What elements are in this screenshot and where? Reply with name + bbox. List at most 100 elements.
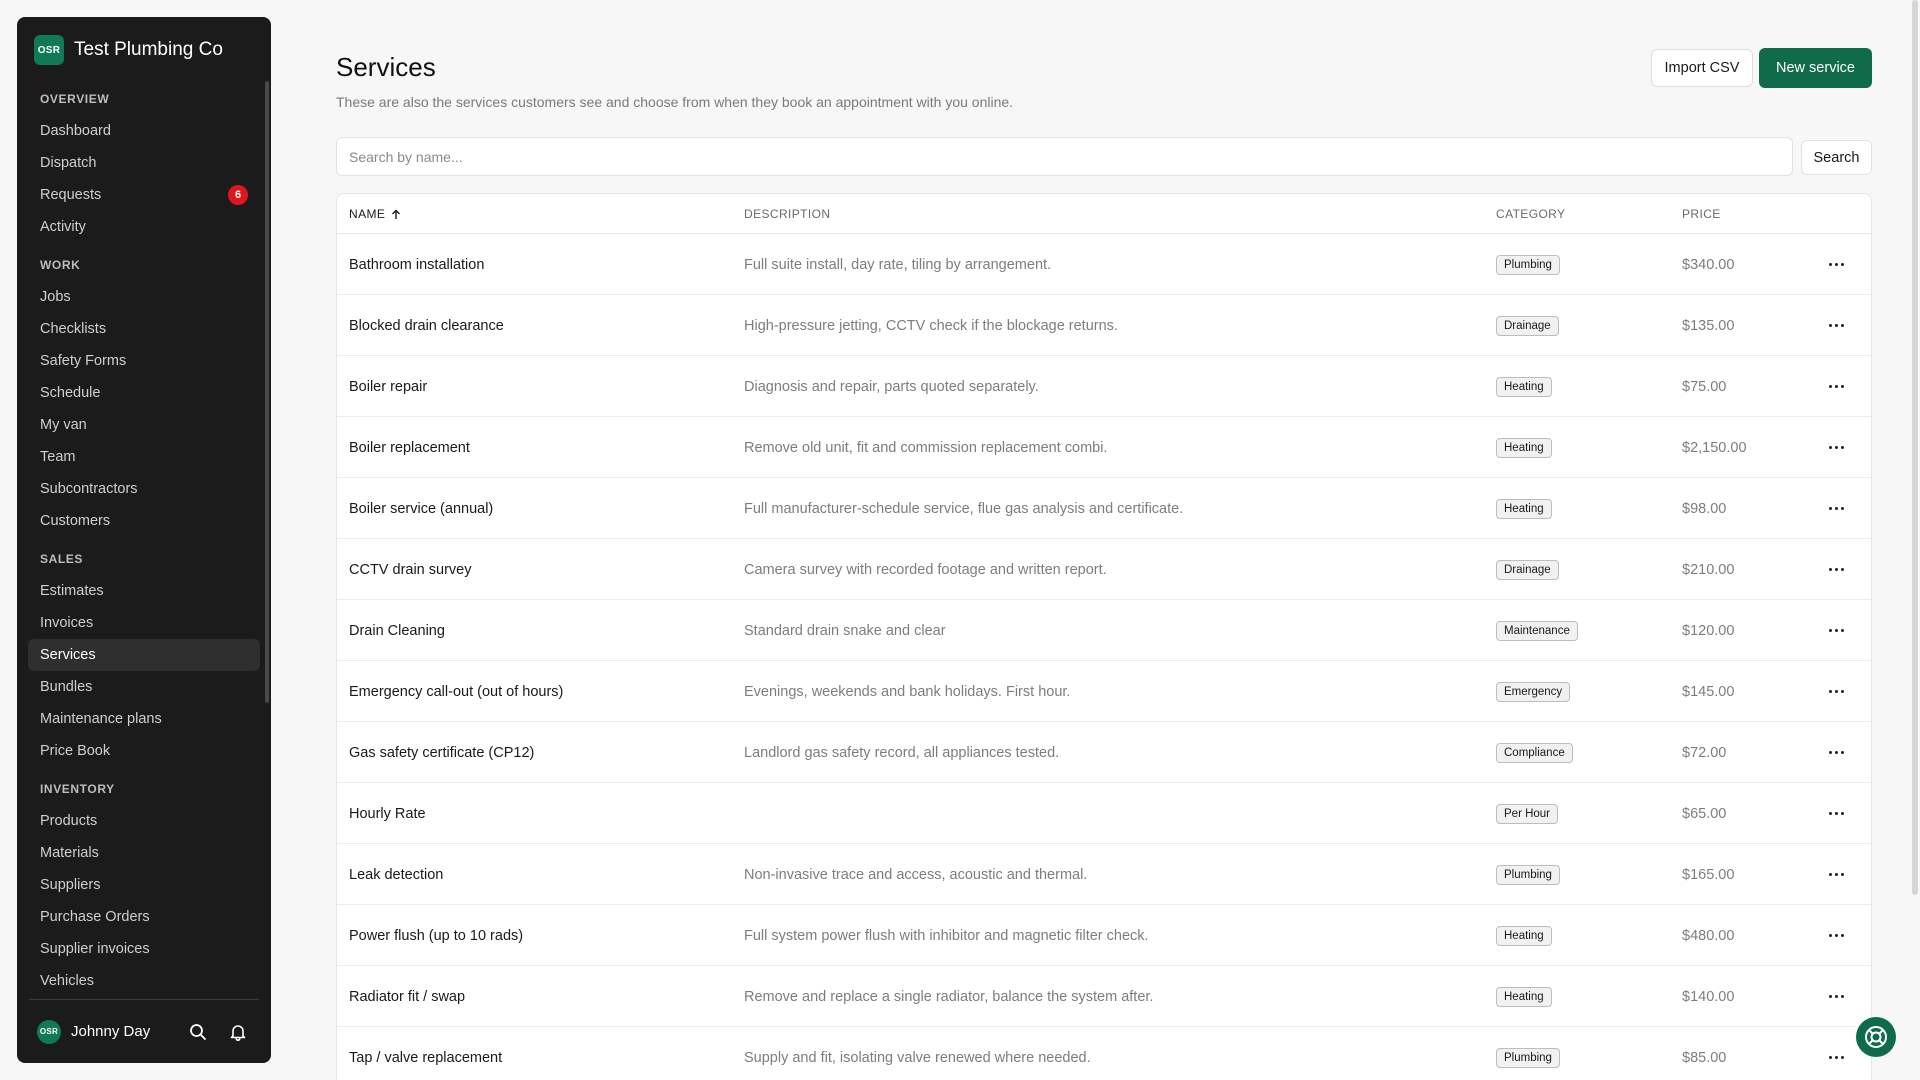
more-actions-icon[interactable] (1829, 417, 1844, 478)
more-actions-icon[interactable] (1829, 905, 1844, 966)
sidebar-item-team[interactable]: Team (28, 441, 260, 473)
sidebar-item-requests[interactable]: Requests 6 (28, 179, 260, 211)
table-row[interactable]: CCTV drain survey Camera survey with reco… (337, 539, 1871, 600)
service-name[interactable]: Boiler replacement (349, 417, 470, 478)
table-row[interactable]: Radiator fit / swap Remove and replace a … (337, 966, 1871, 1027)
sidebar-scrollbar[interactable] (265, 81, 269, 703)
page-scrollbar[interactable] (1912, 0, 1918, 895)
table-row[interactable]: Power flush (up to 10 rads) Full system p… (337, 905, 1871, 966)
sidebar-item-vehicles[interactable]: Vehicles (28, 965, 260, 997)
sidebar-item-invoices[interactable]: Invoices (28, 607, 260, 639)
service-price: $72.00 (1682, 744, 1727, 761)
sidebar-item-label: Checklists (40, 321, 107, 337)
sidebar-item-maintenance-plans[interactable]: Maintenance plans (28, 703, 260, 735)
bell-icon[interactable] (227, 1021, 249, 1043)
more-actions-icon[interactable] (1829, 722, 1844, 783)
new-service-button[interactable]: New service (1759, 48, 1872, 88)
table-row[interactable]: Boiler replacement Remove old unit, fit a… (337, 417, 1871, 478)
sidebar-item-checklists[interactable]: Checklists (28, 313, 260, 345)
service-price: $65.00 (1682, 805, 1727, 822)
sidebar-item-suppliers[interactable]: Suppliers (28, 869, 260, 901)
service-name[interactable]: Emergency call-out (out of hours) (349, 661, 563, 722)
sidebar-item-materials[interactable]: Materials (28, 837, 260, 869)
page-title: Services (336, 52, 436, 82)
sidebar-item-jobs[interactable]: Jobs (28, 281, 260, 313)
service-category-cell: Compliance (1496, 722, 1573, 783)
service-name[interactable]: Leak detection (349, 844, 443, 905)
sidebar-item-schedule[interactable]: Schedule (28, 377, 260, 409)
column-header-name[interactable]: NAME (349, 194, 401, 234)
table-row[interactable]: Boiler service (annual) Full manufacturer… (337, 478, 1871, 539)
search-button[interactable]: Search (1801, 140, 1872, 175)
sidebar-item-services[interactable]: Services (28, 639, 260, 671)
category-badge: Compliance (1496, 742, 1573, 763)
more-actions-icon[interactable] (1829, 783, 1844, 844)
more-actions-icon[interactable] (1829, 1027, 1844, 1080)
sidebar-item-dispatch[interactable]: Dispatch (28, 147, 260, 179)
service-price: $75.00 (1682, 378, 1727, 395)
more-actions-icon[interactable] (1829, 234, 1844, 295)
service-name[interactable]: Drain Cleaning (349, 600, 445, 661)
avatar[interactable]: OSR (37, 1019, 61, 1044)
table-row[interactable]: Boiler repair Diagnosis and repair, parts… (337, 356, 1871, 417)
table-row[interactable]: Gas safety certificate (CP12) Landlord ga… (337, 722, 1871, 783)
brand[interactable]: OSR Test Plumbing Co (34, 35, 223, 65)
category-badge: Heating (1496, 376, 1552, 397)
more-actions-icon[interactable] (1829, 661, 1844, 722)
service-name[interactable]: Boiler repair (349, 356, 427, 417)
sidebar-item-estimates[interactable]: Estimates (28, 575, 260, 607)
sidebar-item-bundles[interactable]: Bundles (28, 671, 260, 703)
search-input[interactable] (336, 137, 1793, 176)
service-name[interactable]: Radiator fit / swap (349, 966, 465, 1027)
sidebar-item-subcontractors[interactable]: Subcontractors (28, 473, 260, 505)
arrow-up-icon (392, 209, 401, 219)
category-badge: Maintenance (1496, 620, 1578, 641)
more-actions-icon[interactable] (1829, 478, 1844, 539)
sidebar-item-price-book[interactable]: Price Book (28, 735, 260, 767)
sidebar-item-safety-forms[interactable]: Safety Forms (28, 345, 260, 377)
sidebar-item-supplier-invoices[interactable]: Supplier invoices (28, 933, 260, 965)
category-badge: Plumbing (1496, 254, 1560, 275)
more-actions-icon[interactable] (1829, 356, 1844, 417)
sidebar-item-customers[interactable]: Customers (28, 505, 260, 537)
sidebar-item-label: Team (40, 449, 76, 465)
table-row[interactable]: Tap / valve replacement Supply and fit, i… (337, 1027, 1871, 1080)
sidebar-item-my-van[interactable]: My van (28, 409, 260, 441)
more-actions-icon[interactable] (1829, 600, 1844, 661)
service-name[interactable]: Bathroom installation (349, 234, 484, 295)
table-row[interactable]: Drain Cleaning Standard drain snake and c… (337, 600, 1871, 661)
more-actions-icon[interactable] (1829, 295, 1844, 356)
more-actions-icon[interactable] (1829, 844, 1844, 905)
service-name[interactable]: Power flush (up to 10 rads) (349, 905, 523, 966)
service-description: Standard drain snake and clear (744, 622, 946, 639)
sidebar-item-products[interactable]: Products (28, 805, 260, 837)
more-actions-icon[interactable] (1829, 966, 1844, 1027)
table-body: Bathroom installation Full suite install,… (337, 234, 1871, 1080)
service-name[interactable]: Tap / valve replacement (349, 1027, 502, 1080)
sidebar-item-activity[interactable]: Activity (28, 211, 260, 243)
table-row[interactable]: Leak detection Non-invasive trace and acc… (337, 844, 1871, 905)
user-name[interactable]: Johnny Day (71, 1023, 169, 1040)
service-description: Diagnosis and repair, parts quoted separ… (744, 378, 1039, 395)
service-name[interactable]: Boiler service (annual) (349, 478, 493, 539)
service-name[interactable]: Gas safety certificate (CP12) (349, 722, 534, 783)
table-row[interactable]: Hourly Rate Per Hour $65.00 (337, 783, 1871, 844)
import-csv-button[interactable]: Import CSV (1651, 49, 1753, 87)
table-row[interactable]: Emergency call-out (out of hours) Evening… (337, 661, 1871, 722)
service-name[interactable]: Hourly Rate (349, 783, 426, 844)
lifebuoy-icon[interactable] (1856, 1017, 1896, 1057)
sidebar-item-label: Dispatch (40, 155, 97, 171)
search-icon[interactable] (187, 1021, 209, 1043)
column-header-price[interactable]: PRICE (1682, 194, 1721, 234)
table-row[interactable]: Bathroom installation Full suite install,… (337, 234, 1871, 295)
requests-count-badge: 6 (228, 185, 248, 205)
service-name[interactable]: Blocked drain clearance (349, 295, 504, 356)
sidebar-item-purchase-orders[interactable]: Purchase Orders (28, 901, 260, 933)
column-header-category[interactable]: CATEGORY (1496, 194, 1565, 234)
category-badge: Heating (1496, 437, 1552, 458)
sidebar-item-dashboard[interactable]: Dashboard (28, 115, 260, 147)
service-name[interactable]: CCTV drain survey (349, 539, 471, 600)
more-actions-icon[interactable] (1829, 539, 1844, 600)
column-header-description[interactable]: DESCRIPTION (744, 194, 830, 234)
table-row[interactable]: Blocked drain clearance High-pressure jet… (337, 295, 1871, 356)
